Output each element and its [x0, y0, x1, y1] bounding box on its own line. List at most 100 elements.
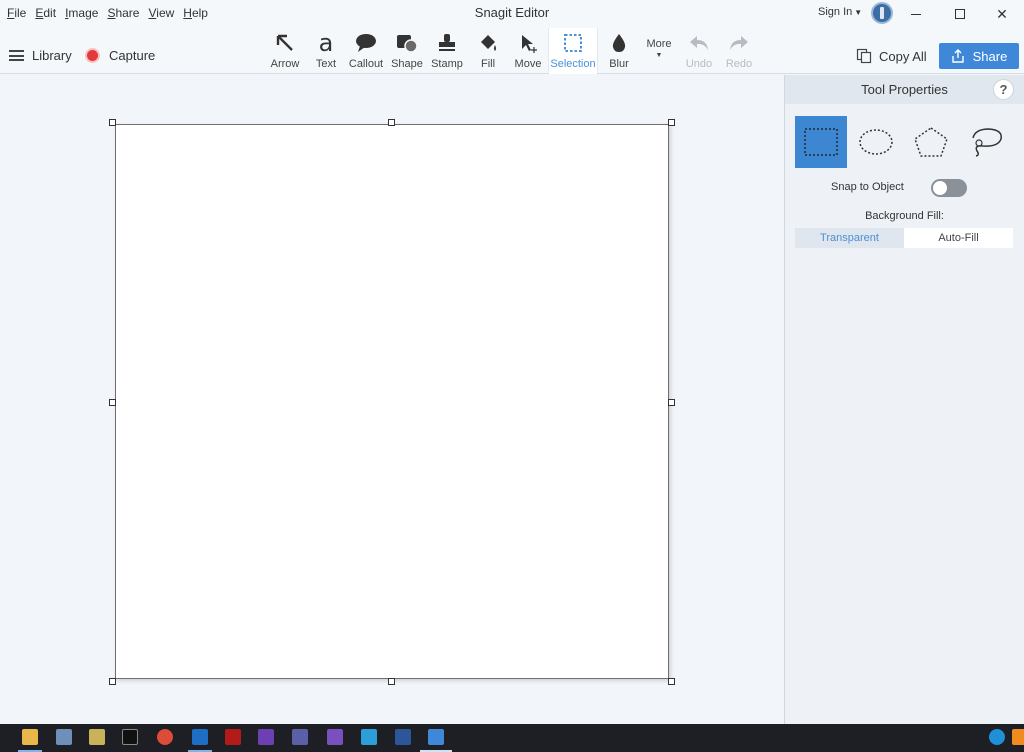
- close-button[interactable]: ✕: [980, 0, 1024, 28]
- freehand-selection-option[interactable]: [960, 116, 1012, 168]
- ellipse-selection-option[interactable]: [850, 116, 902, 168]
- resize-handle-top-right[interactable]: [668, 119, 675, 126]
- redo-button[interactable]: Redo: [722, 28, 756, 74]
- more-tools-button[interactable]: More ▼: [640, 28, 678, 74]
- resize-handle-left[interactable]: [109, 399, 116, 406]
- tool-label: Stamp: [431, 58, 463, 70]
- canvas-area[interactable]: [0, 75, 784, 724]
- undo-button[interactable]: Undo: [682, 28, 716, 74]
- record-icon: [85, 48, 100, 63]
- resize-handle-top[interactable]: [388, 119, 395, 126]
- tool-fill[interactable]: Fill: [474, 28, 502, 74]
- menu-view[interactable]: View: [148, 6, 174, 20]
- polygon-selection-icon: [914, 127, 948, 157]
- app-icon[interactable]: [89, 729, 105, 745]
- app-icon[interactable]: [361, 729, 377, 745]
- capture-label: Capture: [109, 48, 156, 63]
- snagit-icon[interactable]: [428, 729, 444, 745]
- terminal-icon[interactable]: [122, 729, 138, 745]
- stamp-icon: [439, 34, 455, 51]
- minimize-button[interactable]: [894, 0, 938, 28]
- sign-in-label: Sign In: [818, 6, 853, 18]
- tool-text[interactable]: a Text: [310, 28, 342, 74]
- chevron-down-icon: ▼: [655, 52, 663, 59]
- app-icon[interactable]: [292, 729, 308, 745]
- image-canvas[interactable]: [115, 124, 669, 679]
- tool-properties-panel: Tool Properties ? Snap to Object Backgro…: [784, 75, 1024, 724]
- maximize-button[interactable]: [938, 0, 982, 28]
- rectangle-selection-icon: [804, 128, 838, 156]
- fill-option-auto-fill[interactable]: Auto-Fill: [904, 228, 1013, 248]
- resize-handle-top-left[interactable]: [109, 119, 116, 126]
- share-label: Share: [972, 48, 1008, 64]
- menu-edit[interactable]: Edit: [35, 6, 56, 20]
- chevron-down-icon: ▼: [854, 8, 863, 17]
- capture-button[interactable]: Capture: [85, 48, 155, 63]
- copy-all-button[interactable]: Copy All: [856, 48, 927, 64]
- share-button[interactable]: Share: [939, 43, 1019, 69]
- minimize-icon: [911, 13, 921, 15]
- snap-to-object-label: Snap to Object: [831, 181, 904, 193]
- snap-to-object-toggle[interactable]: [931, 179, 967, 197]
- tool-label: Move: [514, 58, 542, 70]
- more-label: More: [646, 38, 672, 50]
- tool-shape[interactable]: Shape: [390, 28, 424, 74]
- share-icon: [951, 49, 964, 63]
- sign-in-button[interactable]: Sign In ▼: [818, 6, 862, 18]
- callout-icon: [356, 34, 376, 52]
- resize-handle-bottom-left[interactable]: [109, 678, 116, 685]
- file-explorer-icon[interactable]: [22, 729, 38, 745]
- tool-stamp[interactable]: Stamp: [429, 28, 465, 74]
- tool-blur[interactable]: Blur: [604, 28, 634, 74]
- network-icon[interactable]: [56, 729, 72, 745]
- selection-icon: [564, 34, 582, 52]
- app-icon[interactable]: [225, 729, 241, 745]
- menu-bar: File Edit Image Share View Help: [7, 6, 217, 20]
- tool-arrow[interactable]: Arrow: [268, 28, 302, 74]
- tool-move[interactable]: Move: [512, 28, 544, 74]
- help-button[interactable]: ?: [993, 79, 1014, 100]
- arrow-icon: [276, 34, 293, 51]
- tool-label: Shape: [391, 58, 423, 70]
- text-icon: a: [318, 29, 334, 57]
- rectangle-selection-option[interactable]: [795, 116, 847, 168]
- resize-handle-bottom[interactable]: [388, 678, 395, 685]
- menu-file[interactable]: File: [7, 6, 26, 20]
- tool-callout[interactable]: Callout: [346, 28, 386, 74]
- visual-studio-icon[interactable]: [327, 729, 343, 745]
- tool-label: Undo: [685, 58, 713, 70]
- fill-option-transparent[interactable]: Transparent: [795, 228, 904, 248]
- tool-label: Redo: [725, 58, 753, 70]
- taskbar: [0, 724, 1024, 752]
- menu-share[interactable]: Share: [107, 6, 139, 20]
- fill-icon: [481, 35, 496, 51]
- visual-studio-icon[interactable]: [258, 729, 274, 745]
- tool-selection[interactable]: Selection: [548, 28, 598, 74]
- polygon-selection-option[interactable]: [905, 116, 957, 168]
- panel-title: Tool Properties: [861, 82, 948, 97]
- skype-icon[interactable]: [989, 729, 1005, 745]
- tool-label: Fill: [480, 58, 496, 70]
- help-icon: ?: [999, 82, 1008, 97]
- redo-icon: [730, 36, 748, 50]
- menu-help[interactable]: Help: [183, 6, 208, 20]
- tool-label: Text: [315, 58, 337, 70]
- ellipse-selection-icon: [859, 129, 893, 155]
- outlook-icon[interactable]: [192, 729, 208, 745]
- resize-handle-bottom-right[interactable]: [668, 678, 675, 685]
- background-fill-label: Background Fill:: [865, 210, 944, 222]
- blur-icon: [612, 34, 626, 52]
- app-icon[interactable]: [1012, 729, 1024, 745]
- panel-header: Tool Properties ?: [785, 75, 1024, 104]
- tool-label: Arrow: [270, 58, 300, 70]
- library-button[interactable]: Library: [9, 48, 72, 63]
- chrome-icon[interactable]: [157, 729, 173, 745]
- account-avatar[interactable]: [871, 2, 893, 24]
- move-icon: [522, 35, 537, 53]
- menu-image[interactable]: Image: [65, 6, 98, 20]
- close-icon: ✕: [996, 5, 1008, 22]
- word-icon[interactable]: [395, 729, 411, 745]
- library-label: Library: [32, 48, 72, 63]
- resize-handle-right[interactable]: [668, 399, 675, 406]
- tool-label: Selection: [550, 58, 596, 70]
